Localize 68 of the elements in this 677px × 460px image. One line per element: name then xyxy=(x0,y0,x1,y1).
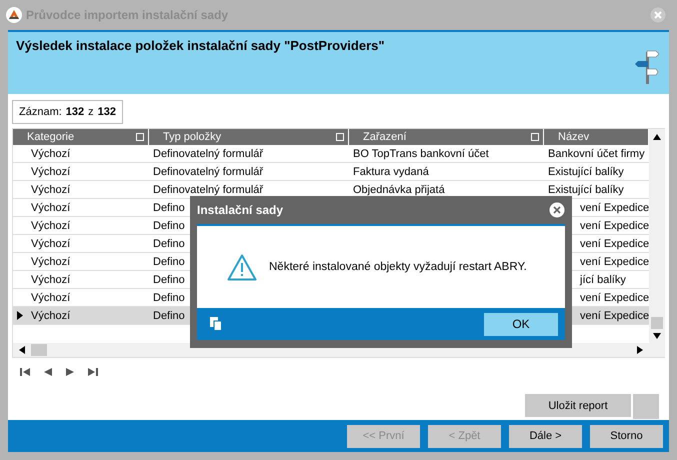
table-cell: Definovatelný formulář xyxy=(153,184,264,196)
table-cell: vení Expedice xyxy=(580,256,649,268)
scroll-down-icon[interactable] xyxy=(653,333,661,339)
table-cell: Definovatelný formulář xyxy=(153,148,264,160)
table-cell: Výchozí xyxy=(31,184,70,196)
record-current: 132 xyxy=(66,106,84,118)
column-header[interactable]: Typ položky xyxy=(149,129,349,145)
ok-button[interactable]: OK xyxy=(484,312,558,336)
wizard-button[interactable]: Dále > xyxy=(509,424,582,448)
page-title: Výsledek instalace položek instalační sady "PostProviders" xyxy=(16,38,386,53)
table-cell: Výchozí xyxy=(31,166,70,178)
scroll-thumb[interactable] xyxy=(31,344,47,356)
save-report-button[interactable]: Uložit report xyxy=(525,394,631,417)
table-cell: jící balíky xyxy=(580,274,626,286)
dialog-message: Některé instalované objekty vyžadují restart ABRY. xyxy=(269,261,527,273)
table-cell: Výchozí xyxy=(31,292,70,304)
table-cell: Defino xyxy=(153,202,185,214)
table-cell: vení Expedice xyxy=(580,202,649,214)
table-cell: Výchozí xyxy=(31,238,70,250)
table-cell: Výchozí xyxy=(31,202,70,214)
signpost-icon xyxy=(635,48,659,84)
warning-icon xyxy=(227,254,257,280)
table-cell: Existující balíky xyxy=(548,184,624,196)
table-cell: Defino xyxy=(153,310,185,322)
table-cell: vení Expedice xyxy=(580,310,649,322)
table-cell: Defino xyxy=(153,256,185,268)
wizard-button[interactable]: Storno xyxy=(590,424,663,448)
table-cell: Výchozí xyxy=(31,148,70,160)
last-record-icon[interactable] xyxy=(88,368,98,376)
scroll-left-icon[interactable] xyxy=(19,346,25,354)
table-cell: Výchozí xyxy=(31,256,70,268)
table-cell: Definovatelný formulář xyxy=(153,166,264,178)
copy-icon[interactable] xyxy=(210,317,222,331)
table-cell: vení Expedice xyxy=(580,220,649,232)
table-cell: Výchozí xyxy=(31,274,70,286)
app-logo-icon xyxy=(6,7,22,23)
table-cell: Existující balíky xyxy=(548,166,624,178)
scroll-up-icon[interactable] xyxy=(653,134,661,140)
table-cell: vení Expedice xyxy=(580,292,649,304)
table-cell: BO TopTrans bankovní účet xyxy=(353,148,489,160)
record-separator: z xyxy=(88,106,94,118)
record-total: 132 xyxy=(98,106,116,118)
first-record-icon[interactable] xyxy=(20,368,30,376)
table-cell: Defino xyxy=(153,220,185,232)
table-cell: Defino xyxy=(153,238,185,250)
table-cell: Bankovní účet firmy xyxy=(548,148,645,160)
current-row-icon xyxy=(17,311,23,320)
scroll-right-icon[interactable] xyxy=(637,346,643,354)
filter-icon[interactable] xyxy=(136,133,144,141)
close-icon[interactable] xyxy=(549,202,565,218)
scroll-thumb[interactable] xyxy=(651,317,663,329)
record-label: Záznam: xyxy=(19,106,62,118)
next-record-icon[interactable] xyxy=(66,368,74,376)
column-header[interactable]: Kategorie xyxy=(13,129,149,145)
filter-icon[interactable] xyxy=(531,133,539,141)
table-row[interactable]: Výchozí Definovatelný formulář BO TopTrans bankovní účet Bankovní účet firmy xyxy=(13,145,649,163)
table-cell: Objednávka přijatá xyxy=(353,184,445,196)
table-cell: Výchozí xyxy=(31,220,70,232)
table-cell: Výchozí xyxy=(31,310,70,322)
table-cell: Defino xyxy=(153,292,185,304)
table-cell: Faktura vydaná xyxy=(353,166,429,178)
previous-record-icon[interactable] xyxy=(44,368,52,376)
table-cell: Defino xyxy=(153,274,185,286)
filter-icon[interactable] xyxy=(336,133,344,141)
dialog-title: Instalační sady xyxy=(197,203,284,217)
column-header[interactable]: Zařazení xyxy=(349,129,544,145)
table-cell: vení Expedice xyxy=(580,238,649,250)
table-row[interactable]: Výchozí Definovatelný formulář Faktura vydaná Existující balíky xyxy=(13,163,649,181)
